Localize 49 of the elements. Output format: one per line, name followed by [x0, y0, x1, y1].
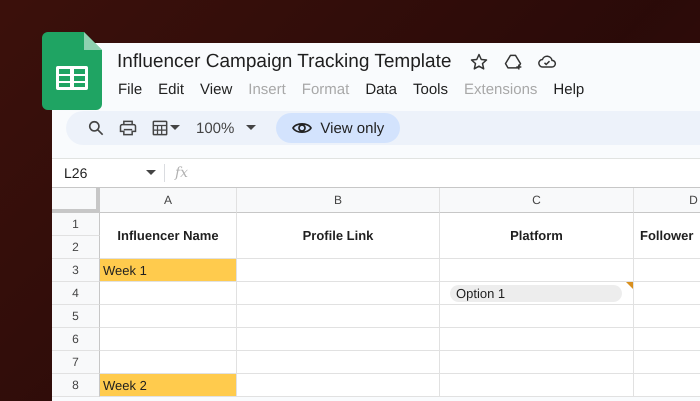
- row-header[interactable]: 6: [52, 328, 100, 351]
- zoom-level[interactable]: 100%: [196, 120, 234, 136]
- drive-add-icon[interactable]: [503, 52, 524, 72]
- row-header[interactable]: 8: [52, 374, 100, 397]
- row-header[interactable]: 2: [52, 236, 100, 259]
- cell-reference[interactable]: L26: [52, 165, 146, 181]
- menu-item[interactable]: Help: [553, 80, 592, 98]
- search-icon[interactable]: [86, 118, 106, 138]
- star-icon[interactable]: [469, 52, 490, 72]
- empty-cell[interactable]: [440, 259, 634, 282]
- table-header-cell: Follower: [634, 213, 700, 259]
- select-all-corner[interactable]: [52, 188, 100, 213]
- function-symbol: fx: [175, 165, 188, 181]
- column-header[interactable]: B: [237, 188, 440, 213]
- empty-cell[interactable]: [440, 374, 634, 397]
- column-header[interactable]: C: [440, 188, 634, 213]
- row-header[interactable]: 3: [52, 259, 100, 282]
- table-cell: Week 2: [100, 374, 237, 397]
- row-header[interactable]: 1: [52, 213, 100, 236]
- empty-cell[interactable]: [440, 328, 634, 351]
- empty-cell[interactable]: [237, 282, 440, 305]
- row-header[interactable]: 4: [52, 282, 100, 305]
- menu-item[interactable]: Edit: [158, 80, 192, 98]
- menu-item[interactable]: Tools: [413, 80, 456, 98]
- column-header[interactable]: A: [100, 188, 237, 213]
- corner-marker-icon: [626, 282, 633, 289]
- caret-icon: [146, 170, 156, 176]
- view-only-button[interactable]: View only: [276, 113, 400, 143]
- document-title[interactable]: Influencer Campaign Tracking Template: [117, 51, 452, 73]
- empty-cell[interactable]: [440, 351, 634, 374]
- column-header[interactable]: D: [634, 188, 700, 213]
- menu-item[interactable]: Data: [365, 80, 404, 98]
- row-header[interactable]: 7: [52, 351, 100, 374]
- menu-item[interactable]: View: [200, 80, 240, 98]
- calculator-icon[interactable]: [150, 118, 170, 138]
- menu-item[interactable]: File: [118, 80, 150, 98]
- row-header[interactable]: 5: [52, 305, 100, 328]
- print-icon[interactable]: [118, 118, 138, 138]
- table-header-cell: Profile Link: [237, 213, 440, 259]
- empty-cell[interactable]: [237, 305, 440, 328]
- eye-icon: [292, 121, 312, 135]
- empty-cell[interactable]: [237, 351, 440, 374]
- table-cell: Week 1: [100, 259, 237, 282]
- table-header-cell: Platform: [440, 213, 634, 259]
- empty-cell[interactable]: [440, 305, 634, 328]
- empty-cell[interactable]: [237, 328, 440, 351]
- caret-icon: [170, 125, 180, 131]
- caret-icon: [246, 125, 256, 131]
- dropdown-chip[interactable]: Option 1: [450, 284, 622, 302]
